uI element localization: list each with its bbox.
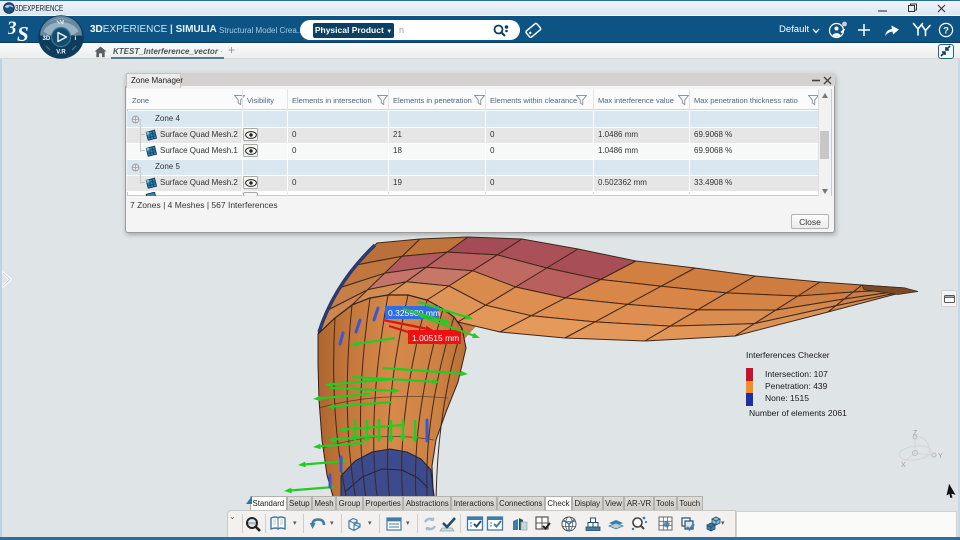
svg-text:V.R: V.R	[56, 50, 66, 56]
svg-text:3: 3	[8, 18, 17, 39]
svg-text:Y: Y	[938, 453, 943, 460]
svg-text:3D: 3D	[43, 36, 51, 42]
svg-text:X: X	[901, 462, 906, 469]
svg-text:S: S	[17, 22, 29, 44]
svg-text:1.00515 mm: 1.00515 mm	[412, 333, 459, 343]
svg-text:Z: Z	[913, 430, 918, 437]
svg-text:?: ?	[943, 26, 949, 37]
